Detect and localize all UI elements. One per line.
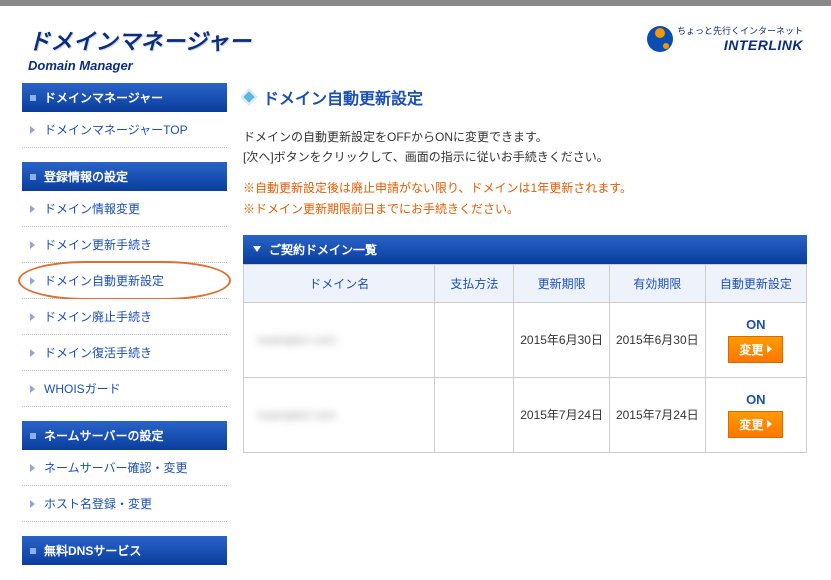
table-row: example1.com 2015年6月30日 2015年6月30日 ON 変更 [244, 302, 807, 377]
main-content: ドメイン自動更新設定 ドメインの自動更新設定をOFFからONに変更できます。 [… [227, 83, 829, 565]
table-title: ご契約ドメイン一覧 [243, 235, 807, 264]
col-domain: ドメイン名 [244, 264, 435, 302]
brand-title: ドメインマネージャー [28, 24, 251, 56]
interlink-logo: ちょっと先行くインターネット INTERLINK [647, 24, 803, 53]
interlink-name: INTERLINK [724, 37, 803, 53]
interlink-tagline: ちょっと先行くインターネット [677, 24, 803, 37]
payment-cell [435, 302, 514, 377]
domain-name-cell: example2.com [258, 408, 336, 422]
change-button-label: 変更 [739, 341, 763, 358]
col-renewal: 更新期限 [514, 264, 610, 302]
sidebar: ドメインマネージャー ドメインマネージャーTOP 登録情報の設定 ドメイン情報変… [2, 83, 227, 565]
renewal-cell: 2015年6月30日 [514, 302, 610, 377]
page-title-text: ドメイン自動更新設定 [263, 85, 423, 109]
sidebar-item-auto-renewal[interactable]: ドメイン自動更新設定 [22, 263, 227, 299]
col-auto: 自動更新設定 [705, 264, 806, 302]
sidebar-item-whois[interactable]: WHOISガード [22, 371, 227, 407]
change-button[interactable]: 変更 [728, 411, 783, 438]
sidebar-header-manager: ドメインマネージャー [22, 83, 227, 112]
sidebar-item-host[interactable]: ホスト名登録・変更 [22, 486, 227, 522]
sidebar-header-dns: 無料DNSサービス [22, 536, 227, 565]
intro-text: ドメインの自動更新設定をOFFからONに変更できます。 [次へ]ボタンをクリック… [243, 127, 807, 168]
intro-line-1: ドメインの自動更新設定をOFFからONに変更できます。 [243, 127, 807, 147]
table-row: example2.com 2015年7月24日 2015年7月24日 ON 変更 [244, 377, 807, 452]
arrow-right-icon [767, 420, 772, 428]
change-button-label: 変更 [739, 416, 763, 433]
sidebar-item-top[interactable]: ドメインマネージャーTOP [22, 112, 227, 148]
brand-block: ドメインマネージャー Domain Manager [28, 24, 251, 73]
renewal-cell: 2015年7月24日 [514, 377, 610, 452]
brand-subtitle: Domain Manager [28, 58, 251, 73]
expiry-cell: 2015年6月30日 [609, 302, 705, 377]
expiry-cell: 2015年7月24日 [609, 377, 705, 452]
sidebar-item-abolish[interactable]: ドメイン廃止手続き [22, 299, 227, 335]
col-payment: 支払方法 [435, 264, 514, 302]
sidebar-header-registration: 登録情報の設定 [22, 162, 227, 191]
domain-table: ドメイン名 支払方法 更新期限 有効期限 自動更新設定 example1.com… [243, 264, 807, 453]
sidebar-item-ns-check[interactable]: ネームサーバー確認・変更 [22, 450, 227, 486]
domain-name-cell: example1.com [258, 333, 336, 347]
interlink-icon [647, 26, 673, 52]
notice-line-2: ※ドメイン更新期限前日までにお手続きください。 [243, 199, 807, 221]
page-title: ドメイン自動更新設定 [243, 85, 807, 109]
notice-text: ※自動更新設定後は廃止申請がない限り、ドメインは1年更新されます。 ※ドメイン更… [243, 178, 807, 221]
col-expiry: 有効期限 [609, 264, 705, 302]
diamond-icon [241, 89, 258, 106]
sidebar-item-renewal[interactable]: ドメイン更新手続き [22, 227, 227, 263]
notice-line-1: ※自動更新設定後は廃止申請がない限り、ドメインは1年更新されます。 [243, 178, 807, 200]
sidebar-item-restore[interactable]: ドメイン復活手続き [22, 335, 227, 371]
sidebar-header-nameserver: ネームサーバーの設定 [22, 421, 227, 450]
sidebar-item-info-change[interactable]: ドメイン情報変更 [22, 191, 227, 227]
auto-status: ON [712, 392, 800, 407]
auto-status: ON [712, 317, 800, 332]
change-button[interactable]: 変更 [728, 336, 783, 363]
arrow-right-icon [767, 345, 772, 353]
intro-line-2: [次へ]ボタンをクリックして、画面の指示に従いお手続きください。 [243, 147, 807, 167]
payment-cell [435, 377, 514, 452]
